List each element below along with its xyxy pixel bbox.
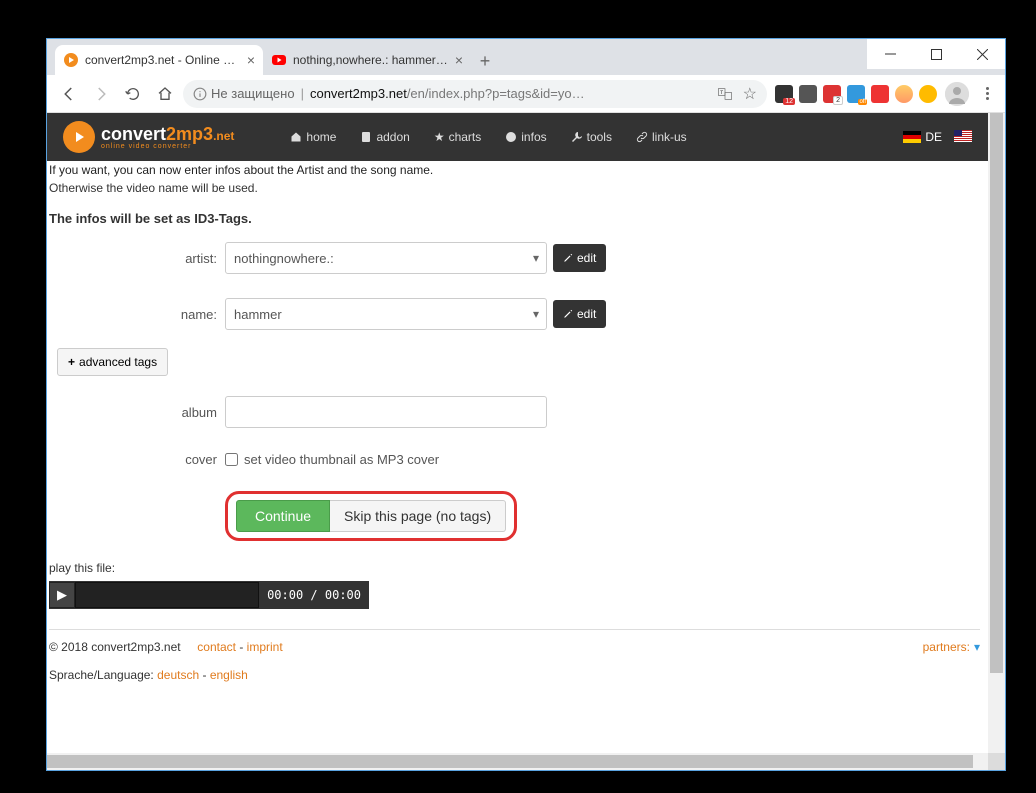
intro-text-1: If you want, you can now enter infos abo… <box>49 161 980 177</box>
vertical-scrollbar[interactable] <box>988 113 1005 753</box>
minimize-button[interactable] <box>867 39 913 69</box>
nav-addon[interactable]: addon <box>360 130 409 144</box>
page-content: convert2mp3.net online video converter h… <box>47 113 1005 770</box>
edit-artist-button[interactable]: edit <box>553 244 606 272</box>
row-name: name: hammer edit <box>49 298 980 330</box>
lang-row: Sprache/Language: deutsch - english <box>49 668 980 682</box>
continue-button[interactable]: Continue <box>236 500 330 532</box>
tab-close-icon[interactable]: × <box>247 52 255 68</box>
extensions: 12 2 off <box>775 85 937 103</box>
tab-title: convert2mp3.net - Online Video… <box>85 53 243 67</box>
ext-icon-6[interactable] <box>895 85 913 103</box>
tab-inactive[interactable]: nothing,nowhere.: hammer [OFFI… × <box>263 45 471 75</box>
star-icon[interactable]: ☆ <box>743 84 757 104</box>
app-frame: convert2mp3.net - Online Video… × nothin… <box>8 8 1028 785</box>
security-indicator: Не защищено <box>193 86 295 101</box>
maximize-button[interactable] <box>913 39 959 69</box>
album-input[interactable] <box>225 396 547 428</box>
nav-home[interactable]: home <box>290 130 336 144</box>
scroll-corner <box>988 753 1005 770</box>
tab-active[interactable]: convert2mp3.net - Online Video… × <box>55 45 263 75</box>
row-cover: cover set video thumbnail as MP3 cover <box>49 452 980 467</box>
close-button[interactable] <box>959 39 1005 69</box>
nav-tools[interactable]: tools <box>571 130 612 144</box>
nav-charts[interactable]: ★charts <box>434 130 481 144</box>
logo-text: convert2mp3.net online video converter <box>101 125 234 150</box>
row-artist: artist: nothingnowhere.: edit <box>49 242 980 274</box>
nav-linkus[interactable]: link-us <box>636 130 687 144</box>
chevron-down-icon: ▾ <box>974 640 980 654</box>
nav-infos[interactable]: infos <box>505 130 546 144</box>
nav-menu: home addon ★charts infos tools link-us <box>290 130 686 144</box>
play-label: play this file: <box>49 561 980 575</box>
label-name: name: <box>49 307 225 322</box>
row-album: album <box>49 396 980 428</box>
label-album: album <box>49 405 225 420</box>
audio-player: ▶ 00:00 / 00:00 <box>49 581 369 609</box>
lang-de-link[interactable]: deutsch <box>157 668 199 682</box>
favicon-youtube <box>271 52 287 68</box>
ext-icon-3[interactable]: 2 <box>823 85 841 103</box>
partners-dropdown[interactable]: partners: ▾ <box>923 640 980 654</box>
logo-icon <box>63 121 95 153</box>
window-controls <box>867 39 1005 69</box>
ext-icon-4[interactable]: off <box>847 85 865 103</box>
tag-note: The infos will be set as ID3-Tags. <box>49 199 980 242</box>
action-button-group: Continue Skip this page (no tags) <box>225 491 517 541</box>
tab-close-icon[interactable]: × <box>455 52 463 68</box>
intro-text-2: Otherwise the video name will be used. <box>49 177 980 199</box>
name-select[interactable]: hammer <box>225 298 547 330</box>
security-text: Не защищено <box>211 86 295 101</box>
site-header: convert2mp3.net online video converter h… <box>47 113 988 161</box>
tab-bar: convert2mp3.net - Online Video… × nothin… <box>47 39 1005 75</box>
profile-avatar[interactable] <box>945 82 969 106</box>
new-tab-button[interactable]: + <box>471 47 499 75</box>
footer: © 2018 convert2mp3.net contact - imprint… <box>49 629 980 682</box>
copyright: © 2018 convert2mp3.net <box>49 640 181 654</box>
ext-icon-1[interactable]: 12 <box>775 85 793 103</box>
tab-title: nothing,nowhere.: hammer [OFFI… <box>293 53 451 67</box>
play-button[interactable]: ▶ <box>49 582 75 608</box>
player-time: 00:00 / 00:00 <box>259 588 369 602</box>
url-text: convert2mp3.net/en/index.php?p=tags&id=y… <box>310 86 585 101</box>
ext-icon-5[interactable] <box>871 85 889 103</box>
lang-menu: DE <box>903 130 972 145</box>
browser-menu-button[interactable] <box>977 87 997 100</box>
contact-link[interactable]: contact <box>197 640 236 654</box>
back-button[interactable] <box>55 80 83 108</box>
lang-de[interactable]: DE <box>903 130 942 144</box>
ext-icon-7[interactable] <box>919 85 937 103</box>
browser-window: convert2mp3.net - Online Video… × nothin… <box>46 38 1006 771</box>
cover-checkbox-label[interactable]: set video thumbnail as MP3 cover <box>225 452 439 467</box>
address-bar: Не защищено | convert2mp3.net/en/index.p… <box>47 75 1005 113</box>
favicon-convert2mp3 <box>63 52 79 68</box>
edit-name-button[interactable]: edit <box>553 300 606 328</box>
imprint-link[interactable]: imprint <box>247 640 283 654</box>
skip-button[interactable]: Skip this page (no tags) <box>330 500 506 532</box>
lang-us[interactable] <box>954 130 972 145</box>
label-artist: artist: <box>49 251 225 266</box>
site-logo[interactable]: convert2mp3.net online video converter <box>63 121 234 153</box>
translate-icon[interactable] <box>717 86 733 102</box>
reload-button[interactable] <box>119 80 147 108</box>
cover-checkbox[interactable] <box>225 453 238 466</box>
lang-en-link[interactable]: english <box>210 668 248 682</box>
progress-bar[interactable] <box>75 582 259 608</box>
label-cover: cover <box>49 452 225 467</box>
horizontal-scrollbar[interactable] <box>47 753 988 770</box>
home-button[interactable] <box>151 80 179 108</box>
url-box[interactable]: Не защищено | convert2mp3.net/en/index.p… <box>183 80 767 108</box>
artist-select[interactable]: nothingnowhere.: <box>225 242 547 274</box>
form: artist: nothingnowhere.: edit name: hamm… <box>49 242 980 682</box>
advanced-tags-button[interactable]: +advanced tags <box>57 348 168 376</box>
ext-icon-2[interactable] <box>799 85 817 103</box>
forward-button[interactable] <box>87 80 115 108</box>
cover-text: set video thumbnail as MP3 cover <box>244 452 439 467</box>
